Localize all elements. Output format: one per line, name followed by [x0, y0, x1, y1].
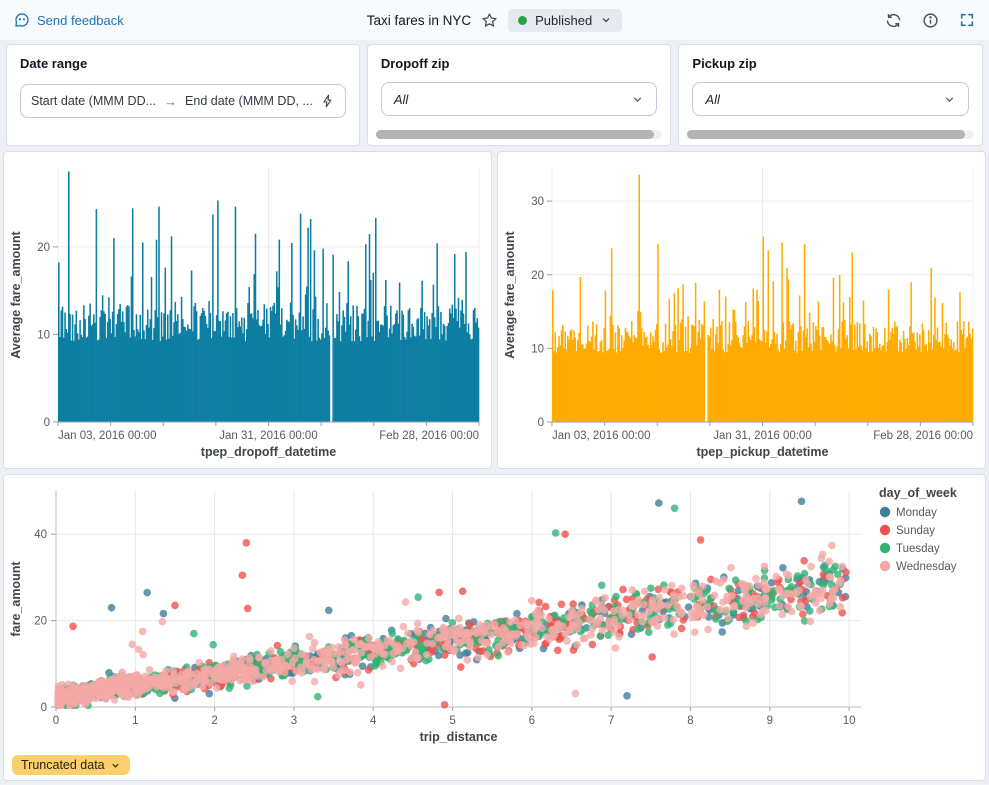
svg-text:10: 10 — [37, 329, 50, 341]
svg-text:20: 20 — [531, 270, 544, 282]
pickup-chart-card: 0 10 20 30 Jan 03, 2016 00:00 Jan 31, 2016 00… — [497, 151, 986, 469]
scatter-legend: day_of_week Monday Sunday Tuesday Wednesday — [879, 486, 957, 573]
lightning-bolt-icon[interactable] — [321, 94, 335, 108]
send-feedback-link[interactable]: Send feedback — [14, 12, 124, 28]
info-icon[interactable] — [922, 12, 939, 29]
send-feedback-label: Send feedback — [37, 12, 124, 28]
svg-text:0: 0 — [538, 417, 544, 429]
svg-text:10: 10 — [843, 715, 856, 727]
chevron-down-icon — [631, 93, 644, 106]
svg-text:20: 20 — [37, 242, 50, 254]
refresh-icon[interactable] — [885, 12, 902, 29]
svg-text:4: 4 — [370, 715, 377, 727]
svg-text:8: 8 — [687, 715, 693, 727]
pickup-zip-select[interactable]: All — [692, 82, 969, 116]
svg-text:Sunday: Sunday — [896, 525, 935, 537]
dropoff-zip-label: Dropoff zip — [380, 56, 450, 71]
published-status-dot — [518, 15, 528, 25]
svg-text:0: 0 — [53, 715, 59, 727]
svg-text:Feb 28, 2016 00:00: Feb 28, 2016 00:00 — [379, 430, 479, 442]
pickup-bar-chart[interactable]: 0 10 20 30 Jan 03, 2016 00:00 Jan 31, 2016 00… — [500, 154, 985, 468]
svg-text:6: 6 — [529, 715, 535, 727]
chevron-down-icon — [943, 93, 956, 106]
svg-text:Average fare_amount: Average fare_amount — [9, 230, 23, 358]
date-range-label: Date range — [20, 56, 88, 71]
svg-text:Monday: Monday — [896, 507, 937, 519]
dropoff-zip-select[interactable]: All — [380, 82, 658, 116]
horizontal-scrollbar[interactable] — [687, 130, 974, 139]
feedback-bubble-icon — [14, 12, 30, 28]
favorite-star-icon[interactable] — [481, 12, 498, 29]
svg-text:0: 0 — [44, 417, 50, 429]
publish-status-dropdown[interactable]: Published — [508, 8, 623, 32]
svg-text:fare_amount: fare_amount — [9, 561, 23, 637]
svg-text:day_of_week: day_of_week — [879, 486, 957, 500]
svg-text:Feb 28, 2016 00:00: Feb 28, 2016 00:00 — [873, 430, 973, 442]
svg-text:30: 30 — [531, 196, 544, 208]
date-arrow-icon: → — [164, 93, 178, 109]
filter-card-dropoff-zip: Dropoff zip All — [366, 44, 672, 146]
svg-text:trip_distance: trip_distance — [420, 730, 498, 744]
bar-charts-row: 0 10 20 Jan 03, 2016 00:00 Jan 31, 2016 00:0… — [3, 151, 986, 469]
svg-text:40: 40 — [34, 529, 47, 541]
svg-text:Jan 03, 2016 00:00: Jan 03, 2016 00:00 — [552, 430, 650, 442]
fare-distance-scatter-chart[interactable]: 0 20 40 0 1 2 3 4 5 6 7 8 9 10 trip_distance fare_amoun… — [6, 477, 985, 753]
truncated-data-badge[interactable]: Truncated data — [12, 755, 130, 775]
svg-text:7: 7 — [608, 715, 614, 727]
svg-text:tpep_pickup_datetime: tpep_pickup_datetime — [697, 445, 829, 459]
svg-text:3: 3 — [291, 715, 297, 727]
svg-text:Wednesday: Wednesday — [896, 561, 957, 573]
svg-text:Jan 31, 2016 00:00: Jan 31, 2016 00:00 — [713, 430, 811, 442]
fullscreen-icon[interactable] — [959, 12, 975, 28]
pickup-zip-label: Pickup zip — [692, 56, 757, 71]
filter-card-date-range: Date range Start date (MMM DD... → End d… — [6, 44, 360, 146]
chevron-down-icon — [111, 763, 119, 768]
scrollbar-thumb[interactable] — [375, 130, 654, 139]
start-date-placeholder: Start date (MMM DD... — [31, 94, 157, 108]
truncated-data-label: Truncated data — [21, 758, 105, 772]
svg-text:10: 10 — [531, 343, 544, 355]
filter-row: Date range Start date (MMM DD... → End d… — [6, 44, 983, 146]
svg-text:Jan 31, 2016 00:00: Jan 31, 2016 00:00 — [219, 430, 317, 442]
svg-text:0: 0 — [41, 702, 47, 714]
svg-text:9: 9 — [767, 715, 773, 727]
svg-text:Tuesday: Tuesday — [896, 543, 940, 555]
horizontal-scrollbar[interactable] — [375, 130, 663, 139]
chevron-down-icon — [600, 14, 612, 26]
pickup-zip-value: All — [705, 91, 720, 107]
publish-status-label: Published — [535, 12, 593, 28]
svg-text:5: 5 — [449, 715, 455, 727]
date-range-input[interactable]: Start date (MMM DD... → End date (MMM DD… — [20, 84, 346, 118]
svg-text:2: 2 — [211, 715, 217, 727]
svg-text:1: 1 — [132, 715, 138, 727]
dropoff-chart-card: 0 10 20 Jan 03, 2016 00:00 Jan 31, 2016 00:0… — [3, 151, 492, 469]
svg-text:Jan 03, 2016 00:00: Jan 03, 2016 00:00 — [58, 430, 156, 442]
filter-card-pickup-zip: Pickup zip All — [678, 44, 983, 146]
top-bar: Send feedback Taxi fares in NYC Publishe… — [0, 0, 989, 40]
page-title: Taxi fares in NYC — [366, 12, 472, 28]
svg-text:Average fare_amount: Average fare_amount — [503, 230, 517, 358]
scrollbar-thumb[interactable] — [687, 130, 966, 139]
svg-text:20: 20 — [34, 616, 47, 628]
scatter-chart-card: 0 20 40 0 1 2 3 4 5 6 7 8 9 10 trip_distance fare_amoun… — [3, 474, 986, 781]
end-date-placeholder: End date (MMM DD, ... — [185, 94, 313, 108]
dropoff-zip-value: All — [393, 91, 409, 107]
svg-text:tpep_dropoff_datetime: tpep_dropoff_datetime — [201, 445, 336, 459]
dropoff-bar-chart[interactable]: 0 10 20 Jan 03, 2016 00:00 Jan 31, 2016 00:0… — [6, 154, 491, 468]
